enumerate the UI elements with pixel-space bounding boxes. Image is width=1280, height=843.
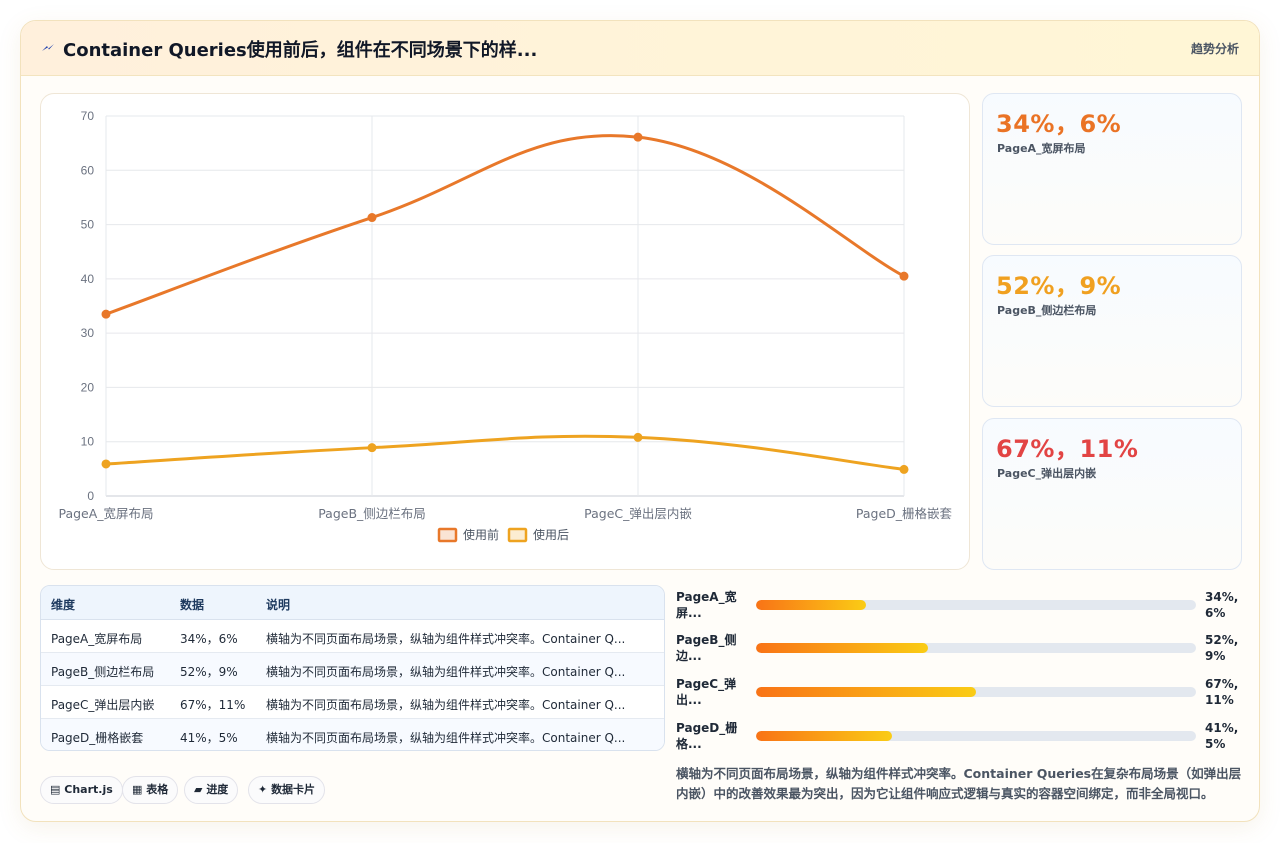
x-tick-label: PageC_弹出层内嵌 (584, 506, 692, 521)
legend-label: 使用前 (463, 527, 499, 542)
data-table: 维度 数据 说明 PageA_宽屏布局 34%，6% 横轴为不同页面布局场景，纵… (40, 585, 665, 751)
summary-text: 横轴为不同页面布局场景，纵轴为组件样式冲突率。Container Queries… (676, 766, 1242, 801)
trend-analysis-tag[interactable]: 趋势分析 (1191, 40, 1239, 57)
table-cell-dimension: PageB_侧边栏布局 (51, 665, 155, 679)
table-cell-description: 横轴为不同页面布局场景，纵轴为组件样式冲突率。Container Q... (266, 731, 626, 745)
table-cell-description: 横轴为不同页面布局场景，纵轴为组件样式冲突率。Container Q... (266, 665, 626, 679)
kpi-value: 52%，9% (996, 272, 1122, 300)
table-cell-description: 横轴为不同页面布局场景，纵轴为组件样式冲突率。Container Q... (266, 698, 626, 712)
table-cell-dimension: PageC_弹出层内嵌 (51, 698, 155, 712)
progress-value: 52%, 9% (1205, 633, 1239, 663)
y-tick-label: 30 (81, 326, 95, 340)
kpi-label: PageC_弹出层内嵌 (997, 467, 1097, 480)
x-tick-label: PageB_侧边栏布局 (318, 506, 426, 521)
progress-label: PageD_栅 格... (676, 721, 738, 751)
table-icon: ▦ (132, 783, 143, 796)
dashboard-card: Container Queries使用前后，组件在不同场景下的样... 趋势分析… (20, 20, 1260, 822)
table-row: PageD_栅格嵌套 41%，5% 横轴为不同页面布局场景，纵轴为组件样式冲突率… (41, 719, 664, 750)
kpi-card-page-a: 34%，6% PageA_宽屏布局 (982, 93, 1242, 245)
progress-track (756, 731, 1196, 741)
data-point (633, 132, 643, 142)
column-header-dimension: 维度 (51, 598, 76, 612)
x-tick-label: PageA_宽屏布局 (58, 506, 153, 521)
y-tick-label: 70 (81, 109, 95, 123)
legend-label: 使用后 (533, 527, 569, 542)
y-tick-label: 40 (81, 272, 95, 286)
progress-value: 41%, 5% (1205, 721, 1239, 751)
progress-fill (756, 687, 976, 697)
progress-fill (756, 600, 866, 610)
data-point (101, 459, 111, 469)
kpi-label: PageA_宽屏布局 (997, 142, 1086, 155)
kpi-value: 67%，11% (996, 435, 1139, 463)
y-tick-label: 10 (81, 435, 95, 449)
data-point (899, 271, 909, 281)
progress-row-page-d: PageD_栅 格... 41%, 5% (676, 720, 1246, 760)
x-tick-label: PageD_栅格嵌套 (856, 506, 953, 521)
header-bar: Container Queries使用前后，组件在不同场景下的样... 趋势分析 (21, 21, 1259, 76)
progress-label: PageC_弹 出... (676, 677, 737, 707)
progress-icon: ▰ (194, 783, 203, 796)
chip-table[interactable]: ▦ 表格 (122, 776, 179, 804)
progress-fill (756, 731, 893, 741)
table-cell-data: 52%，9% (180, 665, 238, 679)
table-cell-dimension: PageA_宽屏布局 (51, 632, 143, 646)
column-header-description: 说明 (266, 598, 291, 612)
y-tick-label: 0 (87, 489, 94, 503)
y-tick-label: 60 (81, 163, 95, 177)
chip-chartjs[interactable]: ▤ Chart.js (40, 776, 123, 804)
progress-value: 67%, 11% (1205, 677, 1239, 707)
y-tick-label: 50 (81, 218, 95, 232)
data-point (899, 464, 909, 474)
table-cell-description: 横轴为不同页面布局场景，纵轴为组件样式冲突率。Container Q... (266, 632, 626, 646)
chip-data-card[interactable]: ✦ 数据卡片 (248, 776, 326, 804)
progress-track (756, 643, 1196, 653)
kpi-value: 34%，6% (996, 110, 1122, 138)
progress-value: 34%, 6% (1205, 590, 1239, 620)
table-row: PageC_弹出层内嵌 67%，11% 横轴为不同页面布局场景，纵轴为组件样式冲… (41, 686, 664, 719)
progress-label: PageB_侧 边... (676, 633, 737, 663)
progress-fill (756, 643, 928, 653)
page-title: Container Queries使用前后，组件在不同场景下的样... (63, 40, 538, 61)
line-chart: 0 10 20 30 40 50 60 70 PageA_宽屏布局 PageB_侧边栏布局 Page… (58, 109, 953, 543)
column-header-data: 数据 (180, 598, 205, 612)
line-chart-panel: 0 10 20 30 40 50 60 70 PageA_宽屏布局 PageB_侧边栏布局 Page… (40, 93, 970, 570)
table-cell-data: 41%，5% (180, 731, 238, 745)
legend-swatch (507, 527, 528, 543)
progress-row-page-a: PageA_宽 屏... 34%, 6% (676, 589, 1246, 629)
data-point (367, 443, 377, 453)
data-point (367, 213, 377, 223)
progress-row-page-b: PageB_侧 边... 52%, 9% (676, 632, 1246, 672)
progress-track (756, 600, 1196, 610)
lightning-icon (42, 44, 54, 51)
data-point (633, 432, 643, 442)
kpi-card-page-b: 52%，9% PageB_侧边栏布局 (982, 255, 1242, 407)
table-header: 维度 数据 说明 (41, 586, 664, 620)
table-row: PageA_宽屏布局 34%，6% 横轴为不同页面布局场景，纵轴为组件样式冲突率… (41, 620, 664, 653)
table-cell-data: 67%，11% (180, 698, 246, 712)
progress-track (756, 687, 1196, 697)
progress-row-page-c: PageC_弹 出... 67%, 11% (676, 676, 1246, 716)
chip-progress[interactable]: ▰ 进度 (184, 776, 239, 804)
legend-swatch (437, 527, 458, 543)
table-row: PageB_侧边栏布局 52%，9% 横轴为不同页面布局场景，纵轴为组件样式冲突… (41, 653, 664, 686)
table-cell-dimension: PageD_栅格嵌套 (51, 731, 144, 745)
progress-label: PageA_宽 屏... (676, 590, 737, 620)
kpi-card-page-c: 67%，11% PageC_弹出层内嵌 (982, 418, 1242, 570)
data-point (101, 309, 111, 319)
kpi-label: PageB_侧边栏布局 (997, 304, 1097, 317)
table-cell-data: 34%，6% (180, 632, 238, 646)
y-tick-label: 20 (81, 380, 95, 394)
chart-icon: ▤ (50, 783, 61, 796)
sparkle-icon: ✦ (258, 783, 268, 796)
